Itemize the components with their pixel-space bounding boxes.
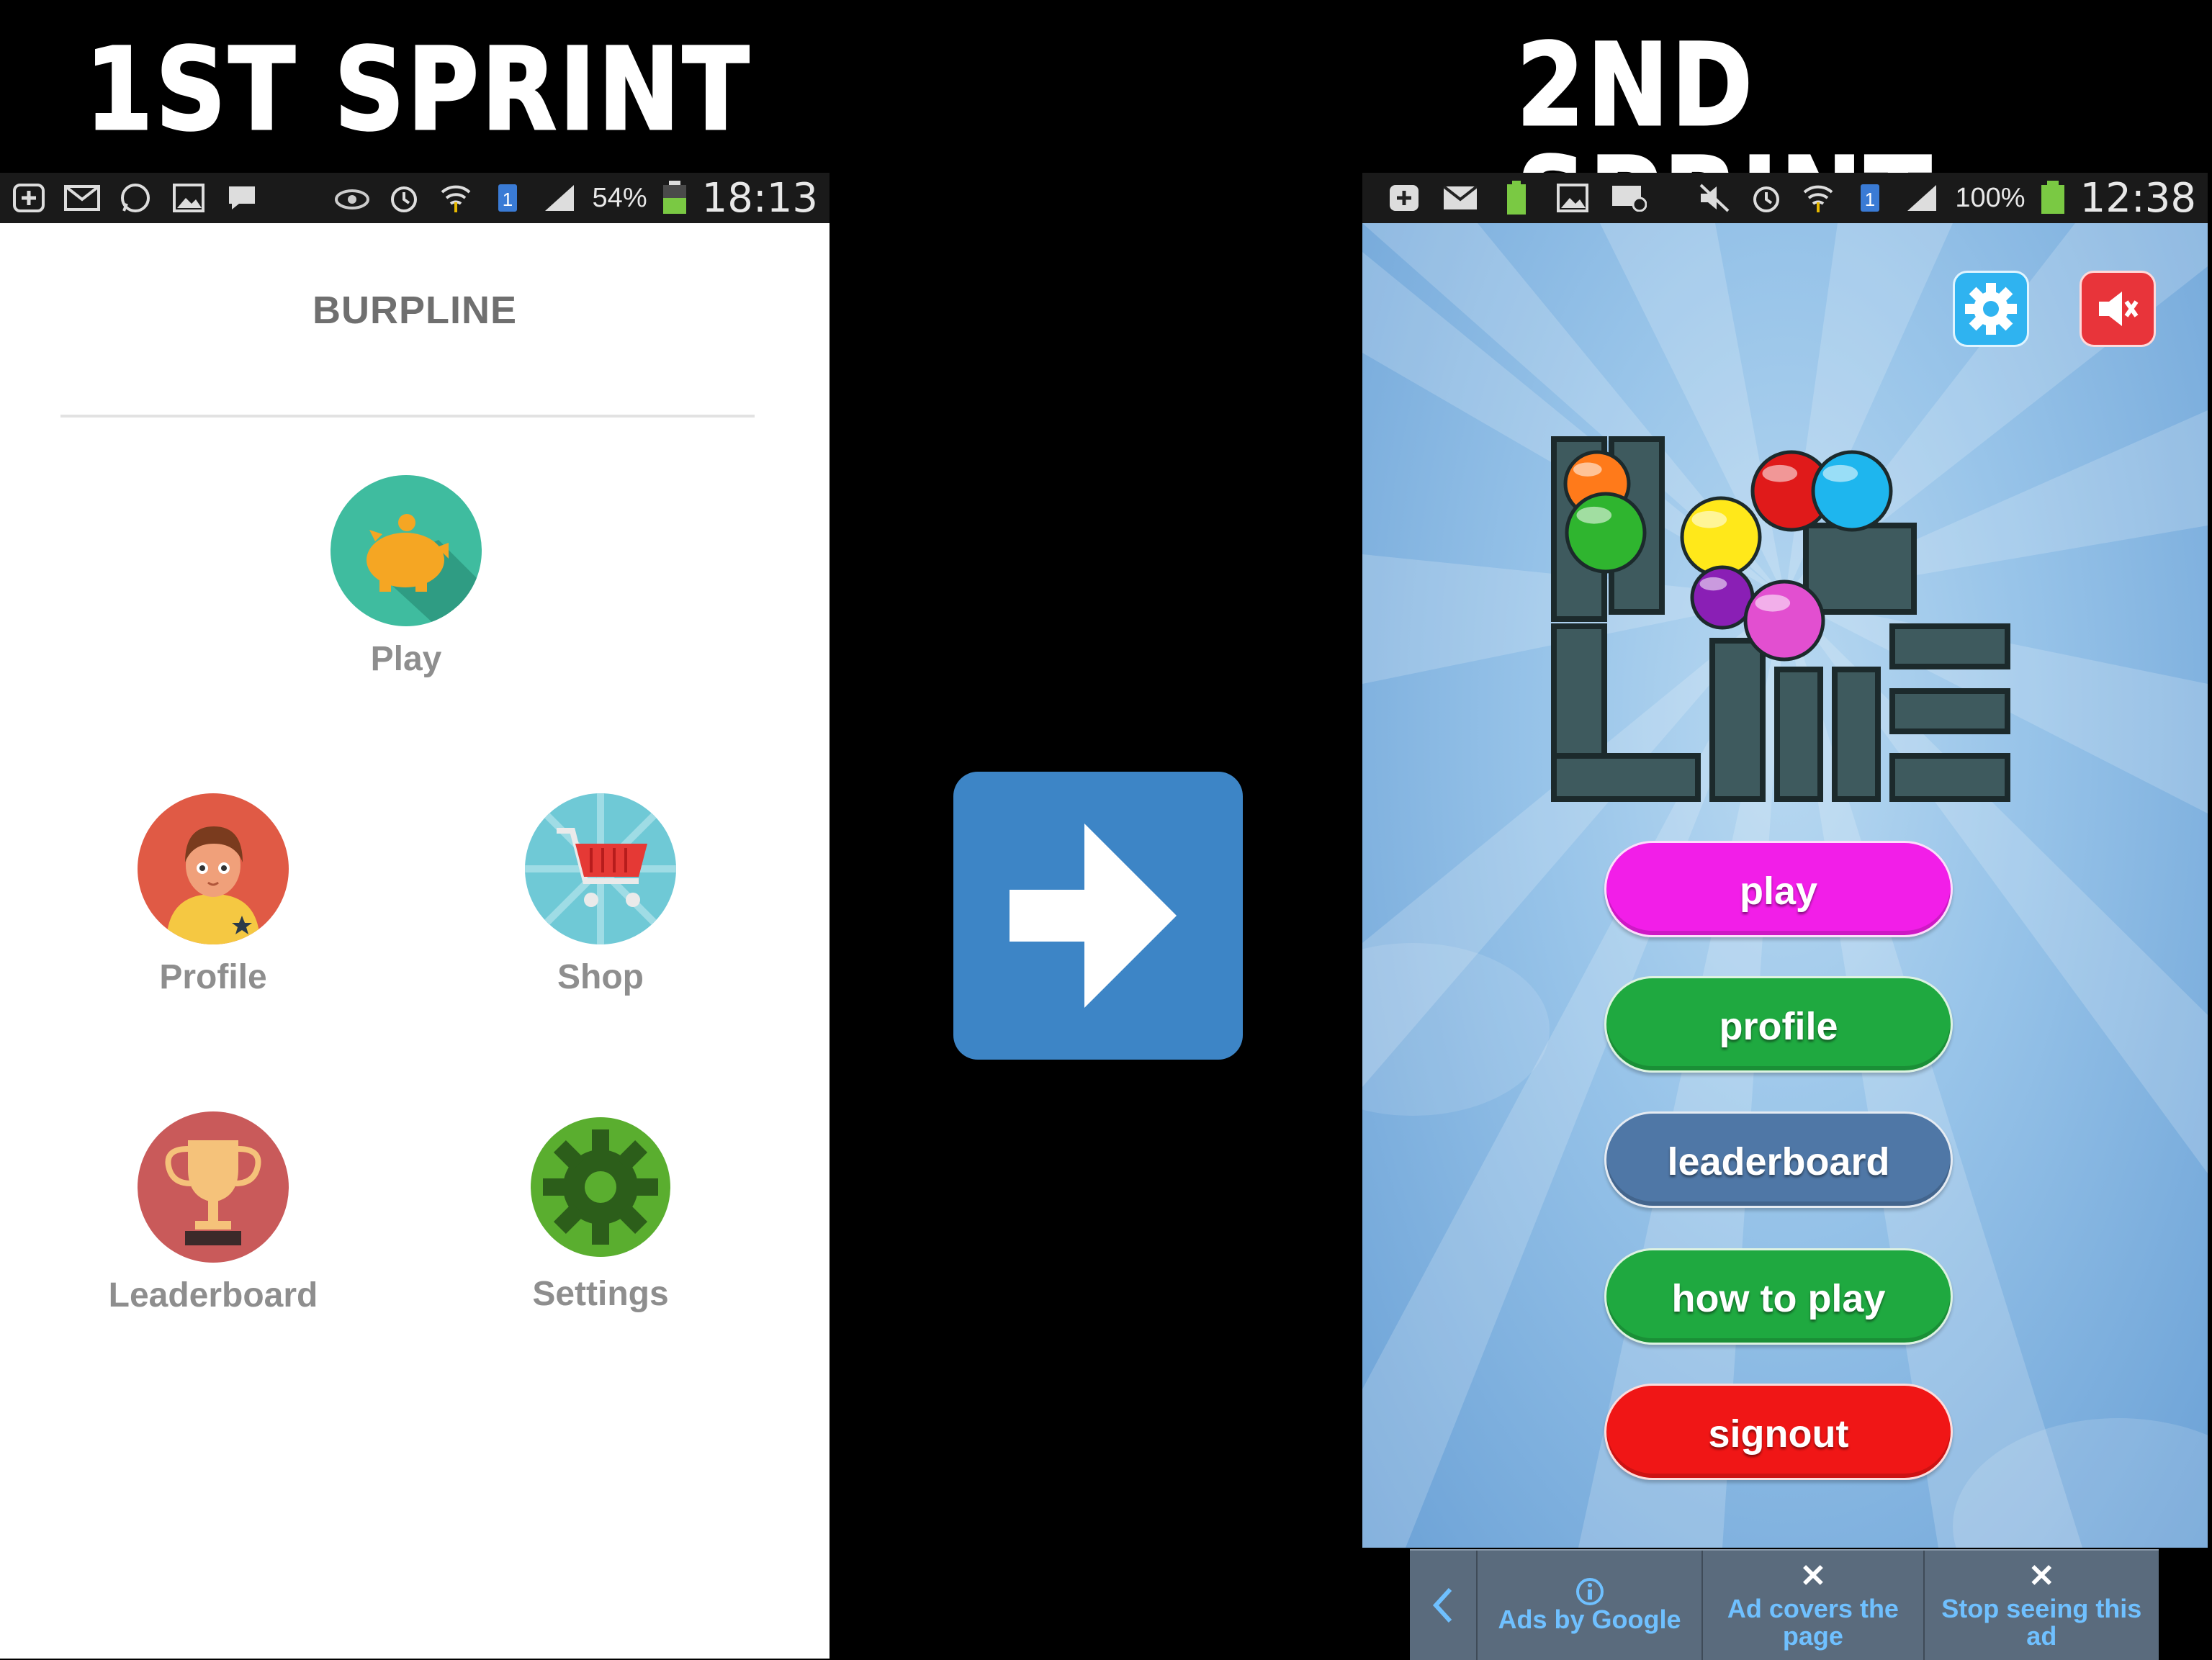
alarm-icon [1748,183,1785,213]
logo-ball [1743,579,1825,662]
battery-full-icon [1498,181,1535,215]
sound-muted-icon[interactable] [2080,271,2156,347]
image-icon [1554,183,1591,213]
menu-item-shop[interactable]: Shop [457,793,745,997]
wifi-icon [437,183,475,213]
ad-covers-page-label: Ad covers the page [1727,1594,1899,1651]
settings-gear-icon[interactable] [1953,271,2029,347]
gear-icon [531,1117,670,1257]
burpline-logo [1551,436,2010,802]
user-avatar-icon [138,793,289,944]
close-icon: ✕ [2028,1558,2055,1594]
logo-ball-highlight [1755,594,1791,612]
stop-seeing-ad-button[interactable]: ✕ Stop seeing this ad [1925,1551,2159,1660]
menu-label-play: Play [370,640,442,678]
status-bar-left: 1 54% 18:13 [0,173,830,223]
image-icon [170,183,207,213]
mail-icon [63,183,101,213]
ad-back-button[interactable] [1410,1551,1478,1660]
app-title: BURPLINE [312,289,517,332]
menu-label-profile: Profile [159,958,267,996]
close-icon: ✕ [1799,1558,1827,1594]
signal-icon [541,183,578,213]
wifi-icon [1799,183,1837,213]
leaderboard-button[interactable]: leaderboard [1604,1111,1953,1208]
phone-screen-second-sprint: play profile leaderboard how to play sig… [1362,223,2208,1548]
piggy-bank-icon [331,475,482,626]
menu-label-shop: Shop [557,958,644,996]
plus-icon [1385,183,1423,213]
email-at-icon [1610,183,1647,213]
menu-item-profile[interactable]: Profile [69,793,357,997]
play-button[interactable]: play [1604,841,1953,937]
battery-icon [2040,181,2066,214]
status-time: 18:13 [701,174,818,222]
mute-icon [1696,183,1733,213]
logo-ball [1690,565,1755,630]
battery-percent: 54% [592,182,647,213]
menu-label-leaderboard: Leaderboard [108,1276,318,1314]
plus-icon [10,183,48,213]
sim-icon: 1 [489,183,526,213]
battery-icon [662,181,688,214]
logo-ball-highlight [1699,577,1727,591]
battery-percent: 100% [1955,182,2026,213]
menu-label-settings: Settings [532,1275,669,1313]
info-icon [1575,1578,1604,1606]
arrow-right-icon [1010,824,1177,1008]
whatsapp-icon [117,183,154,213]
logo-ball [1811,450,1893,532]
mail-icon [1442,183,1479,213]
ad-bar: Ads by Google ✕ Ad covers the page ✕ Sto… [1410,1549,2159,1660]
eye-icon [333,183,371,213]
phone-screen-first-sprint: BURPLINE Play Profile Shop Leaderboard S… [0,223,830,1659]
status-bar-right: 1 100% 12:38 [1362,173,2208,223]
bbm-icon [223,183,261,213]
logo-ball [1565,492,1647,574]
title-divider [60,415,755,418]
svg-text:1: 1 [1865,189,1875,210]
menu-item-settings[interactable]: Settings [457,1111,745,1314]
logo-ball-highlight [1573,462,1602,477]
shopping-cart-icon [525,793,676,944]
ads-by-google-label: Ads by Google [1498,1605,1681,1635]
ads-by-google-link[interactable]: Ads by Google [1478,1551,1704,1660]
signal-icon [1903,183,1941,213]
heading-first-sprint: 1ST SPRINT [84,24,752,156]
ad-covers-page-button[interactable]: ✕ Ad covers the page [1703,1551,1925,1660]
logo-ball-highlight [1576,506,1612,524]
sim-icon: 1 [1851,183,1889,213]
menu-item-play[interactable]: Play [262,475,550,679]
logo-ball-highlight [1691,510,1727,528]
menu-item-leaderboard[interactable]: Leaderboard [69,1111,357,1315]
logo-ball-highlight [1762,464,1798,482]
how-to-play-button[interactable]: how to play [1604,1248,1953,1345]
chevron-left-icon [1432,1587,1452,1623]
logo-ball [1680,496,1762,578]
svg-text:1: 1 [502,189,512,210]
status-time: 12:38 [2080,174,2196,222]
alarm-icon [385,183,423,213]
stop-seeing-ad-label: Stop seeing this ad [1941,1594,2142,1651]
profile-button[interactable]: profile [1604,976,1953,1073]
signout-button[interactable]: signout [1604,1384,1953,1480]
logo-ball-highlight [1822,464,1858,482]
trophy-icon [138,1111,289,1263]
transition-arrow [953,772,1243,1060]
